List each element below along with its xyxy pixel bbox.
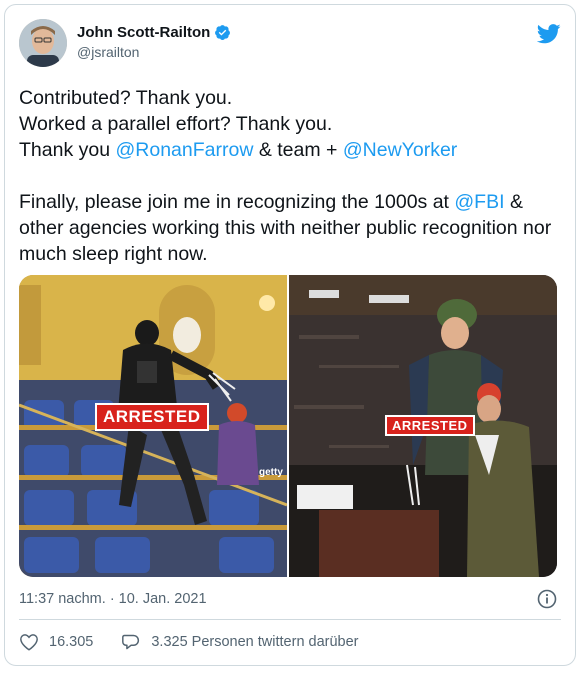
talking-count: 3.325 Personen twittern darüber [151, 634, 359, 650]
arrested-badge: ARRESTED [95, 403, 209, 431]
media-grid: ARRESTED getty ARRESTED [19, 275, 557, 577]
timestamp[interactable]: 11:37 nachm. · 10. Jan. 2021 [19, 591, 207, 607]
divider [19, 619, 561, 620]
tweet-line-3-prefix: Thank you [19, 139, 116, 161]
verified-badge-icon [215, 25, 231, 40]
like-count: 16.305 [49, 634, 94, 650]
info-icon[interactable] [537, 589, 557, 609]
twitter-bird-icon[interactable] [537, 23, 561, 45]
avatar[interactable] [19, 19, 67, 67]
mention-fbi[interactable]: @FBI [454, 191, 504, 213]
author-name-row[interactable]: John Scott-Railton [77, 24, 231, 41]
photo-senate-floor[interactable]: ARRESTED [289, 275, 557, 577]
tweet-line-1: Contributed? Thank you. [19, 87, 233, 109]
photo-senate-gallery[interactable]: ARRESTED getty [19, 275, 287, 577]
mention-newyorker[interactable]: @NewYorker [343, 139, 457, 161]
heart-icon [20, 634, 38, 651]
reply-bubble-icon [122, 634, 140, 650]
like-button[interactable]: 16.305 [19, 633, 93, 651]
author-block: John Scott-Railton @jsrailton [77, 24, 231, 60]
tweet-paragraph-2: Finally, please join me in recognizing t… [19, 189, 559, 267]
tweet-card: John Scott-Railton @jsrailton Contribute… [4, 4, 576, 666]
arrested-badge: ARRESTED [385, 415, 475, 436]
actions-bar: 16.305 3.325 Personen twittern darüber [19, 633, 387, 651]
getty-credit: getty [259, 467, 283, 478]
tweet-line-3: Thank you @RonanFarrow & team + @NewYork… [19, 137, 559, 163]
author-name[interactable]: John Scott-Railton [77, 24, 210, 41]
tweet-line-3-middle: & team + [253, 139, 343, 161]
tweet-text: Contributed? Thank you. Worked a paralle… [19, 85, 559, 267]
tweet-para2-prefix: Finally, please join me in recognizing t… [19, 191, 455, 213]
reply-button[interactable]: 3.325 Personen twittern darüber [121, 633, 359, 651]
tweet-line-2: Worked a parallel effort? Thank you. [19, 113, 333, 135]
author-handle[interactable]: @jsrailton [77, 44, 231, 60]
mention-ronanfarrow[interactable]: @RonanFarrow [115, 139, 253, 161]
